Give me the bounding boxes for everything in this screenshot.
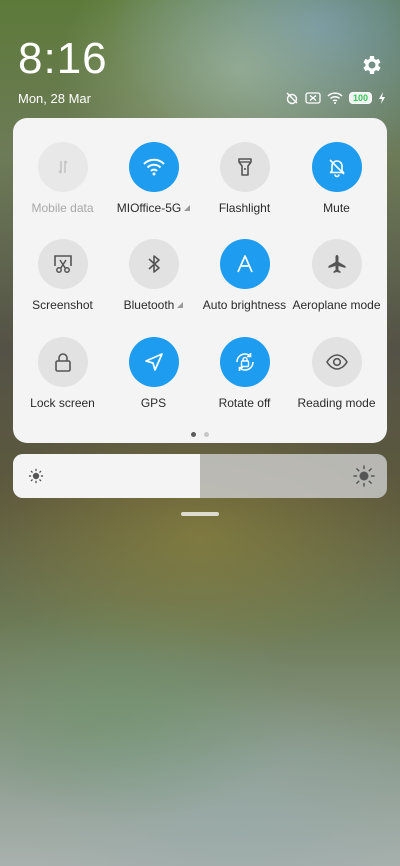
bell-off-icon <box>311 142 362 192</box>
status-icons: 100 <box>285 91 386 105</box>
quick-settings-panel: Mobile data MIOffice-5G Flashlight Mute <box>13 118 387 443</box>
tile-label: Mute <box>323 201 350 215</box>
tile-flashlight[interactable]: Flashlight <box>198 142 291 215</box>
tile-label: Screenshot <box>32 298 93 312</box>
tile-label: Reading mode <box>297 396 376 410</box>
tile-label: MIOffice-5G <box>107 201 200 215</box>
tile-wifi[interactable]: MIOffice-5G <box>107 142 200 215</box>
tile-screenshot[interactable]: Screenshot <box>16 239 109 312</box>
tile-label: Rotate off <box>218 396 271 410</box>
gps-icon <box>128 337 179 387</box>
tile-lock-screen[interactable]: Lock screen <box>16 337 109 410</box>
rotate-lock-icon <box>219 337 270 387</box>
wifi-icon <box>128 142 179 192</box>
wifi-icon <box>327 92 343 104</box>
clock[interactable]: 8:16 <box>18 34 108 84</box>
auto-brightness-icon <box>219 239 270 289</box>
signal-corner-icon <box>177 302 184 308</box>
tile-auto-brightness[interactable]: Auto brightness <box>198 239 291 312</box>
tile-mute[interactable]: Mute <box>290 142 383 215</box>
signal-corner-icon <box>184 205 191 211</box>
page-dot-current[interactable] <box>191 432 196 437</box>
tile-reading-mode[interactable]: Reading mode <box>290 337 383 410</box>
mobile-data-icon <box>37 142 88 192</box>
tile-label: Mobile data <box>31 201 94 215</box>
sim-off-icon <box>305 92 321 104</box>
tile-label: Auto brightness <box>202 298 287 312</box>
lock-icon <box>37 337 88 387</box>
flashlight-icon <box>219 142 270 192</box>
tile-gps[interactable]: GPS <box>107 337 200 410</box>
tile-aeroplane-mode[interactable]: Aeroplane mode <box>290 239 383 312</box>
panel-drag-handle[interactable] <box>181 512 219 516</box>
tile-label: GPS <box>140 396 167 410</box>
gear-icon[interactable] <box>360 53 384 77</box>
page-indicator <box>13 432 387 437</box>
tile-bluetooth[interactable]: Bluetooth <box>107 239 200 312</box>
page-dot[interactable] <box>204 432 209 437</box>
tile-label: Bluetooth <box>107 298 200 312</box>
tile-label: Lock screen <box>30 396 95 410</box>
tile-label: Aeroplane mode <box>292 298 381 312</box>
charging-icon <box>379 92 385 104</box>
brightness-high-icon <box>353 465 375 487</box>
eye-icon <box>311 337 362 387</box>
alarm-off-icon <box>286 92 298 105</box>
tile-label: Flashlight <box>218 201 271 215</box>
bluetooth-icon <box>128 239 179 289</box>
battery-icon: 100 <box>348 92 372 104</box>
date[interactable]: Mon, 28 Mar <box>18 91 91 106</box>
airplane-icon <box>311 239 362 289</box>
brightness-slider[interactable] <box>13 454 387 498</box>
tile-mobile-data[interactable]: Mobile data <box>16 142 109 215</box>
brightness-low-icon <box>28 468 44 484</box>
tile-rotate-off[interactable]: Rotate off <box>198 337 291 410</box>
screenshot-icon <box>37 239 88 289</box>
